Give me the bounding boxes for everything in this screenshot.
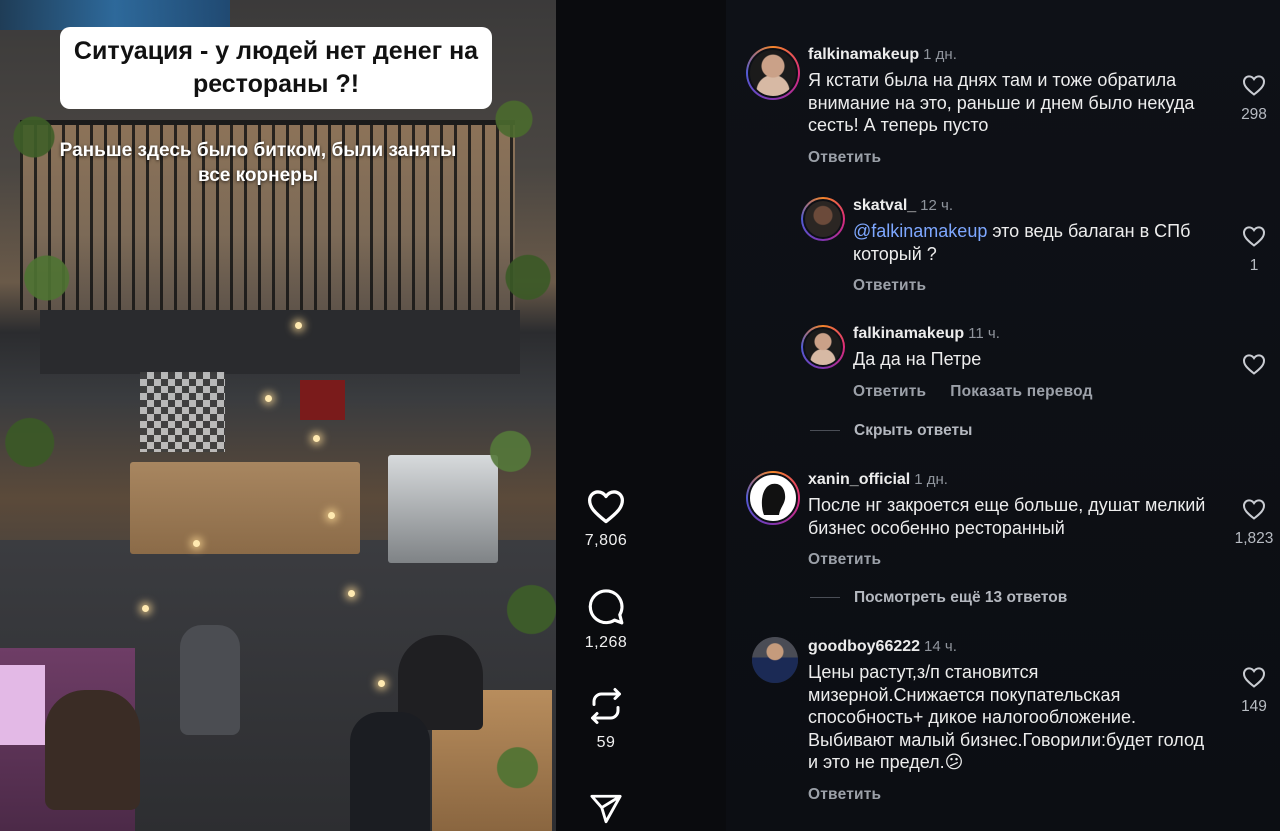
comment-count: 1,268 [584,634,628,651]
red-sign-background [300,380,345,420]
send-paper-plane-icon [590,794,622,824]
light-bulb [378,680,385,687]
light-bulb [295,322,302,329]
kiosk-background [388,455,498,563]
video-caption-subtitle: Раньше здесь было битком, были заняты вс… [59,140,457,186]
thread-line [810,597,840,599]
heart-icon [1242,499,1266,520]
repost-count: 59 [596,734,616,751]
avatar[interactable] [801,197,845,241]
mention-link[interactable]: @falkinamakeup [853,221,987,241]
comment-username[interactable]: goodboy66222 [808,638,920,655]
video-player[interactable]: Ситуация - у людей нет денег на ресторан… [0,0,556,831]
comment-bubble-icon [588,589,624,625]
heart-icon [1242,75,1266,96]
comment-like-button[interactable]: 1,823 [1229,498,1279,548]
profile-silhouette-icon [761,483,786,515]
comment-username[interactable]: skatval_ [853,197,916,214]
comment: goodboy66222 14 ч. Цены растут,з/п станов… [808,638,1208,804]
comment-text: Я кстати была на днях там и тоже обратил… [808,70,1195,135]
share-button[interactable] [580,793,632,825]
hide-replies-label: Скрыть ответы [854,422,973,439]
heart-icon [1242,667,1266,688]
like-button[interactable]: 7,806 [580,488,632,550]
repost-arrows-icon [591,688,621,724]
comment-like-button[interactable]: 298 [1229,74,1279,124]
light-bulb [328,512,335,519]
reply-comment: falkinamakeup 11 ч. Да да на Петре Ответи… [853,325,1213,401]
comment-text-wrapper: @falkinamakeup это ведь балаган в СПб ко… [853,220,1213,265]
light-bulb [313,435,320,442]
hide-replies-button[interactable]: Скрыть ответы [810,422,972,440]
avatar[interactable] [746,471,800,525]
person-background [45,690,140,810]
plants-background [486,40,556,831]
light-bulb [142,605,149,612]
light-bulb [348,590,355,597]
view-more-replies-label: Посмотреть ещё 13 ответов [854,589,1068,606]
comment-like-button[interactable]: 1 [1229,225,1279,275]
thread-line [810,430,840,432]
comment-like-count: 149 [1241,698,1267,715]
reply-button[interactable]: Ответить [808,149,881,167]
reply-comment: skatval_ 12 ч. @falkinamakeup это ведь ба… [853,197,1213,295]
counter-background [130,462,360,554]
comment-like-count: 298 [1241,106,1267,123]
action-rail: 7,806 1,268 59 [556,0,726,831]
comment-like-count: 1,823 [1234,530,1274,547]
tile-wall-background [140,372,225,452]
view-more-replies-button[interactable]: Посмотреть ещё 13 ответов [810,589,1067,607]
avatar[interactable] [746,46,800,100]
repost-button[interactable]: 59 [580,686,632,752]
heart-icon [588,490,624,524]
comment-time: 14 ч. [924,638,957,655]
translate-button[interactable]: Показать перевод [950,383,1092,401]
comment-like-button[interactable] [1229,353,1279,375]
light-bulb [265,395,272,402]
comment-username[interactable]: xanin_official [808,471,910,488]
light-bulb [193,540,200,547]
comment-time: 11 ч. [968,325,1000,342]
avatar[interactable] [752,637,798,683]
comment-button[interactable]: 1,268 [580,588,632,652]
avatar[interactable] [801,325,845,369]
comment-like-count: 1 [1249,257,1259,274]
comment-like-button[interactable]: 149 [1229,666,1279,716]
comment-username[interactable]: falkinamakeup [808,46,919,63]
reply-button[interactable]: Ответить [808,551,881,569]
reply-button[interactable]: Ответить [853,277,926,295]
stroller-background [180,625,240,735]
comment-time: 1 дн. [923,46,957,63]
comment-time: 12 ч. [920,197,954,214]
comment-text: После нг закроется еще больше, душат мел… [808,495,1206,538]
comment-username[interactable]: falkinamakeup [853,325,964,342]
comments-panel: falkinamakeup 1 дн. Я кстати была на днях… [726,0,1280,831]
comment: falkinamakeup 1 дн. Я кстати была на днях… [808,46,1208,167]
comment-text: Цены растут,з/п становится мизерной.Сниж… [808,662,1205,772]
comment-text: Да да на Петре [853,349,982,369]
reply-button[interactable]: Ответить [853,383,926,401]
reply-button[interactable]: Ответить [808,786,881,804]
person-background [350,712,430,831]
menu-board-background [0,0,230,30]
comment-time: 1 дн. [914,471,948,488]
beam-background [40,310,520,374]
like-count: 7,806 [584,532,628,549]
pink-light-background [0,665,45,745]
heart-icon [1242,226,1266,247]
video-caption-title: Ситуация - у людей нет денег на ресторан… [60,27,492,109]
heart-icon [1242,354,1266,375]
comment: xanin_official 1 дн. После нг закроется е… [808,471,1208,569]
railing-top-background [20,120,515,125]
